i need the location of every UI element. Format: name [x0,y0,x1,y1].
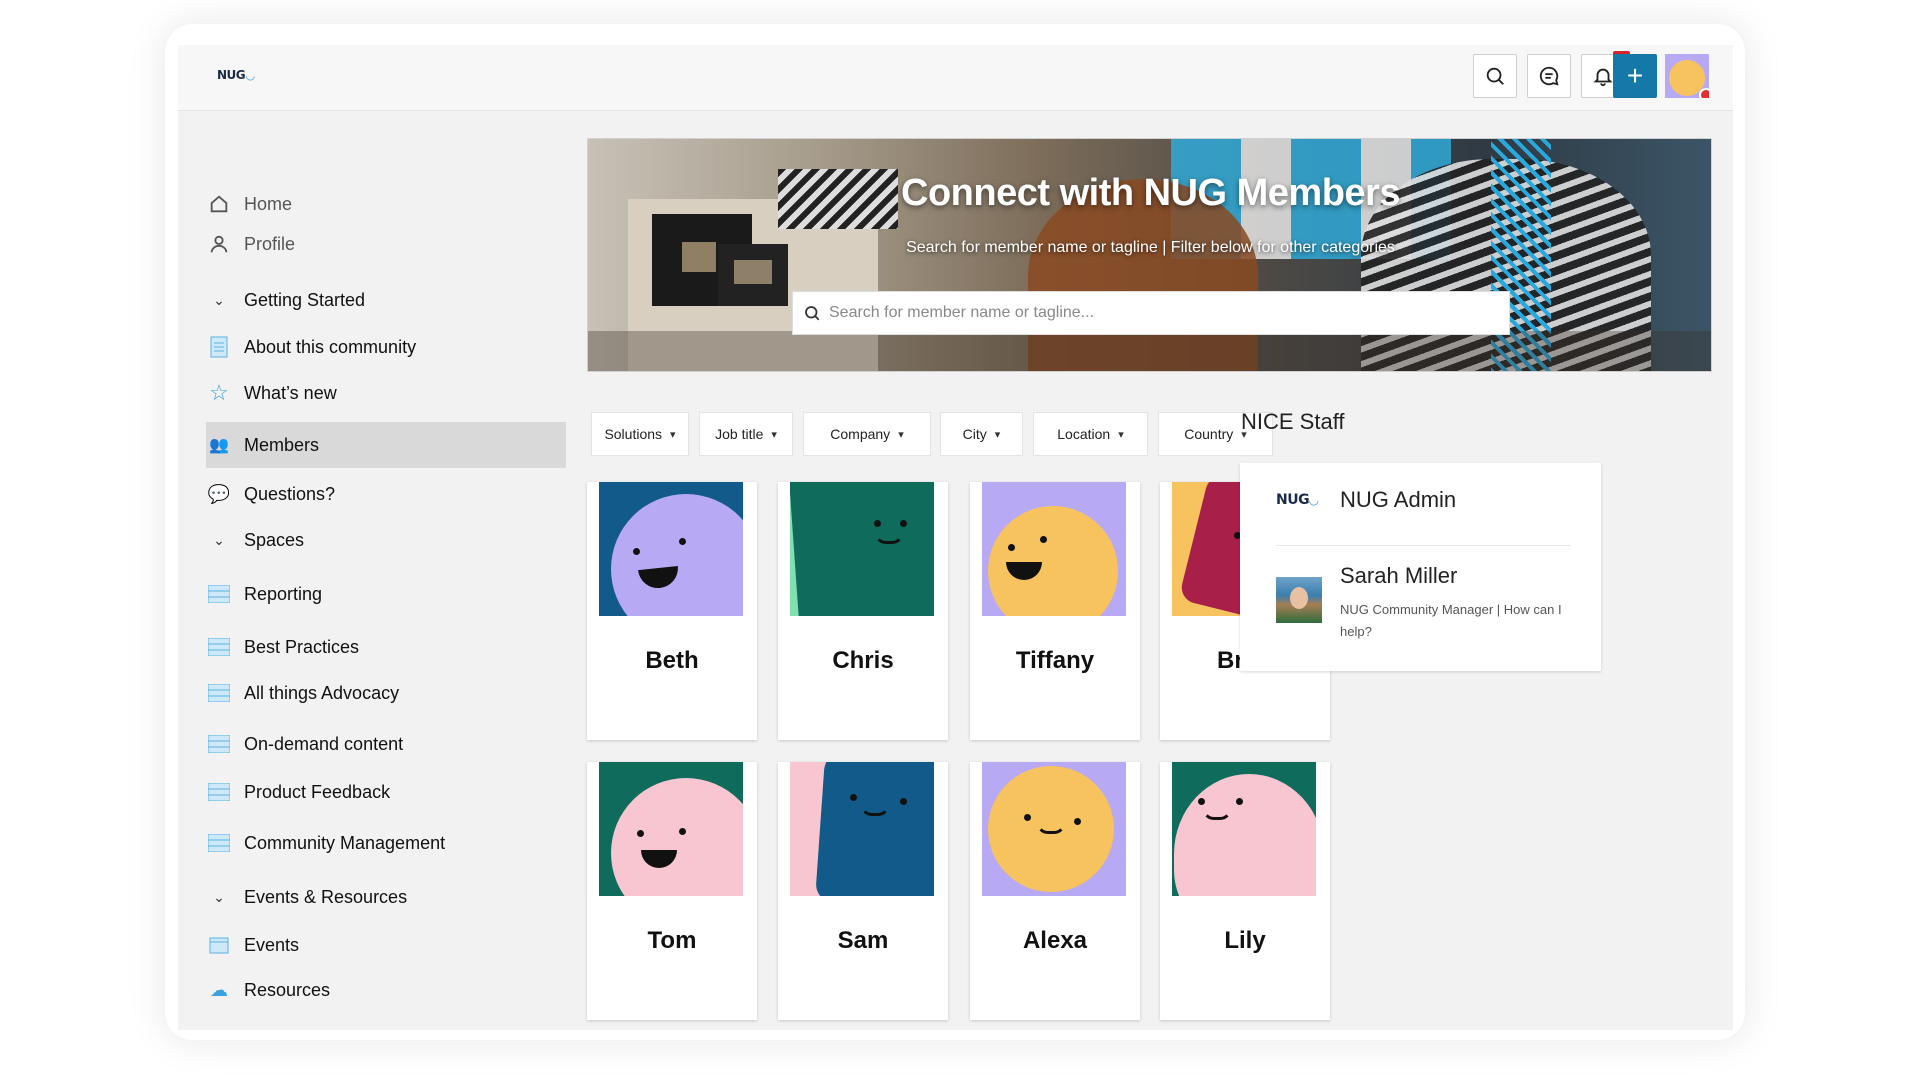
search-button[interactable] [1473,54,1517,98]
sidebar-section-getting-started[interactable]: ⌄ Getting Started [206,282,365,318]
sidebar-item-profile[interactable]: Profile [206,226,295,262]
sidebar-item-reporting[interactable]: Reporting [206,576,322,612]
member-name: Tom [647,927,697,954]
member-card-tiffany[interactable]: Tiffany [970,482,1140,740]
plus-icon: + [1626,60,1644,91]
member-name: Chris [832,647,894,674]
calendar-icon [206,936,232,954]
list-icon [206,638,232,656]
filter-job-title[interactable]: Job title ▾ [699,412,793,456]
sidebar-item-events[interactable]: Events [206,927,299,963]
nug-logo: NUG◡ [1276,492,1318,508]
bell-icon [1593,68,1613,87]
sidebar-item-members[interactable]: 👥 Members [206,422,566,468]
document-icon [206,336,232,358]
chevron-down-icon: ▾ [994,428,1001,441]
staff-admin-row[interactable]: NUG◡ NUG Admin [1276,487,1456,513]
sidebar-section-spaces[interactable]: ⌄ Spaces [206,522,304,558]
filter-company[interactable]: Company ▾ [803,412,931,456]
members-icon: 👥 [209,437,229,454]
staff-avatar[interactable] [1276,577,1322,623]
chat-button[interactable] [1527,54,1571,98]
sidebar-item-on-demand[interactable]: On-demand content [206,726,403,762]
sidebar-item-home[interactable]: Home [206,186,292,222]
chevron-down-icon: ⌄ [213,291,225,308]
sidebar-item-best-practices[interactable]: Best Practices [206,629,359,665]
chevron-down-icon: ⌄ [213,531,225,548]
staff-person-tagline: NUG Community Manager | How can I help? [1340,602,1562,639]
sidebar-item-whats-new[interactable]: ☆ What’s new [206,375,337,411]
member-search-input[interactable] [829,304,1489,322]
chat-icon [1539,66,1559,86]
list-icon [206,585,232,603]
member-name: Tiffany [1015,647,1095,674]
question-bubble-icon: 💬 [207,483,231,504]
sidebar-item-advocacy[interactable]: All things Advocacy [206,675,399,711]
community-app: NUG◡ 1 + Home Profile ⌄ Gett [178,45,1733,1030]
sidebar-item-community-management[interactable]: Community Management [206,825,445,861]
chevron-down-icon: ▾ [771,428,777,441]
chevron-down-icon: ▾ [670,428,676,441]
home-icon [206,193,232,215]
sidebar-item-resources[interactable]: ☁ Resources [206,972,330,1008]
filter-city[interactable]: City ▾ [940,412,1023,456]
member-name: Beth [645,647,699,674]
search-icon [1486,67,1504,85]
divider [1276,545,1571,546]
member-card-tom[interactable]: Tom [587,762,757,1020]
list-icon [206,783,232,801]
sidebar-item-about[interactable]: About this community [206,329,416,365]
member-avatar-art [982,482,1126,616]
person-icon [206,233,232,255]
sidebar-item-questions[interactable]: 💬 Questions? [206,476,335,512]
members-banner: Connect with NUG Members Search for memb… [587,138,1712,372]
member-card-sam[interactable]: Sam [778,762,948,1020]
member-name: Alexa [1022,927,1088,954]
member-name: Sam [837,927,889,954]
member-card-chris[interactable]: Chris [778,482,948,740]
member-avatar-art [790,482,934,616]
staff-person-name[interactable]: Sarah Miller [1340,563,1457,589]
member-avatar-art [599,762,743,896]
member-card-beth[interactable]: Beth [587,482,757,740]
filter-location[interactable]: Location ▾ [1033,412,1148,456]
banner-desk [588,331,1711,371]
list-icon [206,834,232,852]
chevron-down-icon: ▾ [898,428,904,441]
chevron-down-icon: ⌄ [213,888,225,905]
member-name: Lily [1224,927,1266,954]
staff-panel: NUG◡ NUG Admin Sarah Miller NUG Communit… [1240,463,1601,671]
banner-title: Connect with NUG Members [901,172,1400,214]
staff-section-title: NICE Staff [1241,409,1345,434]
staff-admin-name[interactable]: NUG Admin [1340,487,1456,513]
chevron-down-icon: ▾ [1118,428,1124,441]
member-avatar-art [599,482,743,616]
cloud-icon: ☁ [210,979,228,1000]
member-avatar-art [1172,762,1316,896]
list-icon [206,735,232,753]
member-card-alexa[interactable]: Alexa [970,762,1140,1020]
member-search-box[interactable] [792,291,1510,335]
member-card-lily[interactable]: Lily [1160,762,1330,1020]
sidebar-section-events-resources[interactable]: ⌄ Events & Resources [206,879,407,915]
sidebar: Home Profile ⌄ Getting Started About thi… [178,112,578,1030]
star-icon: ☆ [209,380,229,405]
user-avatar[interactable] [1665,54,1709,98]
top-header: NUG◡ 1 + [178,45,1733,111]
search-icon [805,306,820,321]
list-icon [206,684,232,702]
sidebar-item-product-feedback[interactable]: Product Feedback [206,774,390,810]
member-avatar-art [982,762,1126,896]
status-dot [1699,88,1709,98]
member-avatar-art [790,762,934,896]
create-button[interactable]: + [1613,54,1657,98]
nug-logo[interactable]: NUG◡ [217,68,255,82]
filter-solutions[interactable]: Solutions ▾ [591,412,689,456]
banner-subtitle: Search for member name or tagline | Filt… [906,239,1395,256]
